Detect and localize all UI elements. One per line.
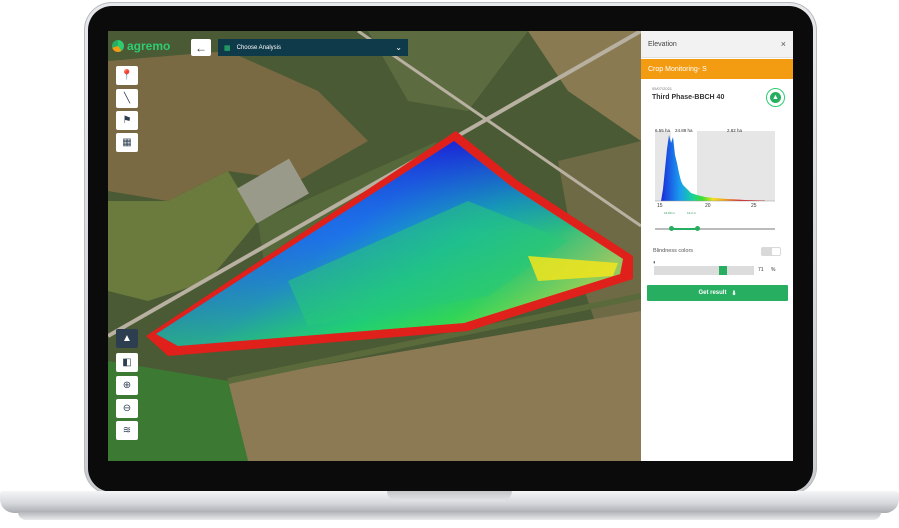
hist-tick: 20 bbox=[705, 203, 711, 209]
field-tool[interactable]: ◧ bbox=[116, 353, 138, 372]
download-icon: ⬇ bbox=[731, 290, 737, 297]
elevation-tool[interactable]: ▲ bbox=[116, 329, 138, 348]
range-slider[interactable] bbox=[655, 226, 775, 231]
map-view[interactable]: agremo ← ▦ Choose Analysis ⌄ 📍 ╲ ⚑ ▦ ▲ ◧… bbox=[108, 31, 641, 461]
analysis-date: 05/07/2021 bbox=[652, 86, 673, 91]
area-tool[interactable]: ▦ bbox=[116, 133, 138, 152]
grid-icon: ▦ bbox=[224, 44, 231, 52]
zoom-out-tool[interactable]: ⊖ bbox=[116, 399, 138, 418]
flag-tool[interactable]: ⚑ bbox=[116, 111, 138, 130]
blindness-label: Blindness colors bbox=[653, 248, 694, 254]
ruler-icon: ╲ bbox=[123, 93, 131, 104]
opacity-value: 71 bbox=[758, 267, 764, 273]
analysis-panel: Elevation × Crop Monitoring- S 05/07/202… bbox=[641, 31, 793, 461]
marker-tool[interactable]: 📍 bbox=[116, 66, 138, 85]
layers-tool[interactable]: ≋ bbox=[116, 421, 138, 440]
app-screen: agremo ← ▦ Choose Analysis ⌄ 📍 ╲ ⚑ ▦ ▲ ◧… bbox=[108, 31, 793, 461]
laptop-foot bbox=[18, 512, 881, 520]
mountain-icon: ▲ bbox=[770, 92, 781, 103]
range-handle-low[interactable] bbox=[669, 226, 674, 231]
map-pin-icon: 📍 bbox=[120, 70, 134, 81]
get-result-button[interactable]: Get result ⬇ bbox=[647, 285, 788, 301]
range-low-label: 16.80 m bbox=[664, 211, 675, 215]
opacity-unit: % bbox=[771, 267, 776, 273]
opacity-slider[interactable] bbox=[654, 266, 754, 275]
range-high-label: 19.2 m bbox=[687, 211, 697, 215]
hist-tick: 25 bbox=[751, 203, 757, 209]
field-icon: ◧ bbox=[122, 357, 132, 368]
panel-header: Elevation × bbox=[641, 31, 793, 58]
range-handle-high[interactable] bbox=[695, 226, 700, 231]
opacity-handle[interactable] bbox=[719, 266, 728, 275]
blindness-colors-row: Blindness colors bbox=[653, 245, 781, 257]
logo-text: agremo bbox=[127, 39, 171, 53]
elevation-badge: ▲ bbox=[766, 88, 785, 107]
chevron-down-icon: ⌄ bbox=[395, 43, 402, 52]
hist-tick: 15 bbox=[657, 203, 663, 209]
analysis-select-value: Choose Analysis bbox=[236, 44, 281, 51]
hist-left-area: 6.55 ha bbox=[655, 128, 671, 133]
logo-icon bbox=[112, 40, 124, 52]
arrow-left-icon: ← bbox=[195, 40, 207, 55]
hist-mid-area: 24.88 ha bbox=[675, 128, 693, 133]
elevation-histogram: 6.55 ha 24.88 ha 2.82 ha 15 20 25 16.80 … bbox=[655, 128, 775, 217]
measure-tool[interactable]: ╲ bbox=[116, 89, 138, 108]
zoom-out-icon: ⊖ bbox=[122, 403, 132, 414]
close-icon[interactable]: × bbox=[781, 39, 786, 49]
satellite-map bbox=[108, 31, 641, 461]
hist-right-area: 2.82 ha bbox=[727, 128, 743, 133]
range-fill bbox=[671, 228, 698, 230]
laptop-notch bbox=[387, 491, 512, 501]
analysis-meta: 05/07/2021 Third Phase-BBCH 40 ▲ bbox=[641, 79, 793, 122]
get-result-label: Get result bbox=[698, 290, 727, 296]
crop-label: Crop Monitoring- S bbox=[648, 65, 707, 73]
panel-title: Elevation bbox=[648, 40, 677, 48]
crop-monitoring-bar[interactable]: Crop Monitoring- S bbox=[641, 59, 793, 79]
zoom-in-tool[interactable]: ⊕ bbox=[116, 376, 138, 395]
blindness-toggle[interactable] bbox=[761, 246, 781, 256]
flag-icon: ⚑ bbox=[122, 115, 132, 126]
histogram-graphic bbox=[655, 131, 775, 202]
back-button[interactable]: ← bbox=[191, 39, 211, 56]
app-logo: agremo bbox=[112, 39, 170, 53]
mountain-icon: ▲ bbox=[122, 333, 132, 344]
zoom-in-icon: ⊕ bbox=[122, 380, 132, 391]
analysis-select[interactable]: ▦ Choose Analysis ⌄ bbox=[218, 39, 408, 56]
area-select-icon: ▦ bbox=[122, 137, 132, 148]
layers-icon: ≋ bbox=[122, 425, 132, 436]
